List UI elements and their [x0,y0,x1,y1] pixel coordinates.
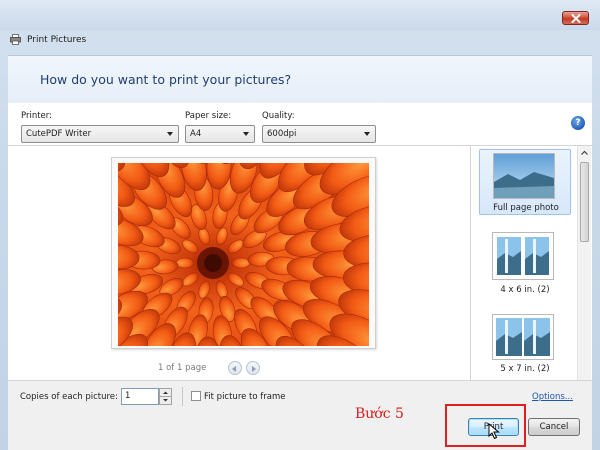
close-button[interactable] [562,11,589,25]
chevron-up-icon [581,150,588,155]
printer-label: Printer: [21,111,52,121]
highlight-annotation [445,404,526,447]
scroll-thumb[interactable] [580,162,589,242]
fit-picture-checkbox[interactable] [191,391,201,401]
previous-page-button[interactable] [228,361,242,375]
layout-label: Full page photo [493,203,559,213]
layout-thumbnail [492,232,554,280]
stepper-arrows-icon [160,391,171,402]
chevron-down-icon [243,132,249,136]
quality-select[interactable]: 600dpi [262,125,376,143]
arrow-left-icon [232,365,236,372]
printer-select[interactable]: CutePDF Writer [21,125,179,143]
layout-list: Full page photo 4 x 6 in. (2) 5 x 7 in. … [470,146,592,380]
layout-label: 4 x 6 in. (2) [500,285,550,295]
print-preview: 1 of 1 page [8,146,470,380]
arrow-right-icon [252,365,256,372]
scroll-up-button[interactable] [578,146,591,160]
layout-scrollbar[interactable] [577,146,591,380]
paper-size-label: Paper size: [185,111,232,121]
page-title: How do you want to print your pictures? [40,72,292,87]
help-icon[interactable]: ? [571,116,585,130]
close-icon [571,13,580,23]
dialog-header: How do you want to print your pictures? [8,55,592,103]
flower-photo [118,163,369,346]
quality-select-value: 600dpi [267,129,297,139]
quality-label: Quality: [262,111,295,121]
next-page-button[interactable] [246,361,260,375]
copies-stepper[interactable] [159,388,172,405]
layout-4x6[interactable]: 4 x 6 in. (2) [479,230,571,295]
copies-label: Copies of each picture: [20,392,118,402]
title-bar [0,0,600,30]
printer-select-value: CutePDF Writer [26,129,92,139]
cancel-button[interactable]: Cancel [528,418,580,436]
fit-picture-label[interactable]: Fit picture to frame [204,392,286,402]
chevron-down-icon [167,132,173,136]
preview-page [111,157,376,349]
options-link[interactable]: Options... [532,392,573,402]
layout-full-page[interactable]: Full page photo [479,149,571,215]
paper-size-select-value: A4 [190,129,202,139]
window-title: Print Pictures [27,35,87,45]
paper-size-select[interactable]: A4 [185,125,255,143]
mouse-pointer-icon [488,423,500,440]
page-count: 1 of 1 page [158,363,207,373]
copies-input[interactable]: 1 [121,388,159,405]
step-annotation: Bước 5 [355,406,404,422]
layout-thumbnail [493,153,555,199]
divider [182,387,183,406]
layout-thumbnail [492,314,554,360]
chevron-down-icon [364,132,370,136]
layout-label: 5 x 7 in. (2) [500,364,550,374]
layout-5x7[interactable]: 5 x 7 in. (2) [479,312,571,376]
print-settings-bar: Printer: CutePDF Writer Paper size: A4 Q… [8,103,592,146]
printer-icon [10,34,21,45]
